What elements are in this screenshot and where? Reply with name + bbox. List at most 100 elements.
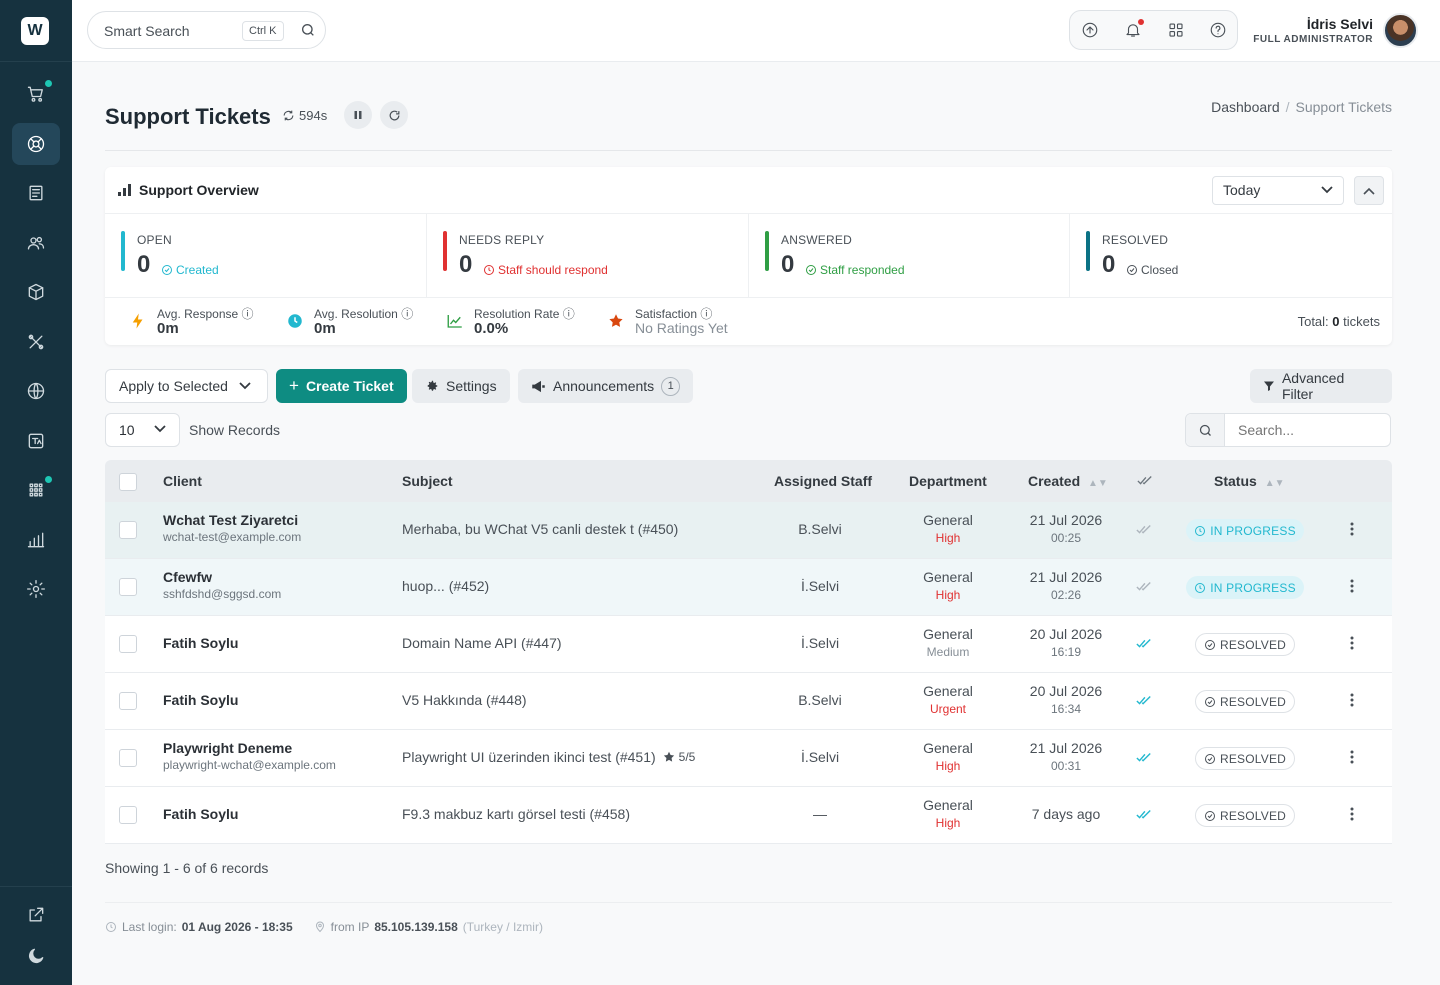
subject-cell[interactable]: Domain Name API (#447) xyxy=(402,635,562,651)
ticket-subject[interactable]: Domain Name API (#447) xyxy=(402,635,562,651)
app-logo[interactable]: W xyxy=(21,17,49,45)
sidebar-item-clients[interactable] xyxy=(12,222,60,264)
client-name[interactable]: Wchat Test Ziyaretci xyxy=(163,512,383,528)
period-select[interactable]: Today xyxy=(1212,176,1344,205)
row-checkbox[interactable] xyxy=(119,692,137,710)
sidebar-item-tools[interactable] xyxy=(12,321,60,363)
announcements-button[interactable]: Announcements 1 xyxy=(518,369,694,403)
ticket-subject[interactable]: huop... (#452) xyxy=(402,578,489,594)
ticket-subject[interactable]: V5 Hakkında (#448) xyxy=(402,692,527,708)
status-badge[interactable]: RESOLVED xyxy=(1194,747,1296,770)
subject-cell[interactable]: F9.3 makbuz kartı görsel testi (#458) xyxy=(402,806,630,822)
create-ticket-button[interactable]: + Create Ticket xyxy=(276,369,407,403)
status-badge[interactable]: RESOLVED xyxy=(1194,633,1296,656)
subject-cell[interactable]: V5 Hakkında (#448) xyxy=(402,692,527,708)
client-cell[interactable]: Wchat Test Ziyaretci wchat-test@example.c… xyxy=(163,512,383,544)
external-link-button[interactable] xyxy=(12,894,60,936)
stat-sub: Closed xyxy=(1126,263,1178,277)
subject-cell[interactable]: huop... (#452) xyxy=(402,578,489,594)
select-all-checkbox[interactable] xyxy=(119,473,137,491)
status-badge[interactable]: IN PROGRESS xyxy=(1186,576,1304,599)
info-icon[interactable]: ⓘ xyxy=(401,307,413,321)
breadcrumb-link-dashboard[interactable]: Dashboard xyxy=(1211,99,1280,115)
ticket-subject[interactable]: Merhaba, bu WChat V5 canli destek t (#45… xyxy=(402,521,678,537)
client-name[interactable]: Fatih Soylu xyxy=(163,635,383,651)
row-checkbox[interactable] xyxy=(119,806,137,824)
row-actions-menu[interactable] xyxy=(1350,807,1358,824)
column-header-created[interactable]: Created ▲▼ xyxy=(1028,473,1108,489)
row-actions-menu[interactable] xyxy=(1350,579,1358,596)
sidebar-item-orders[interactable] xyxy=(12,73,60,115)
sidebar-item-reports[interactable] xyxy=(12,519,60,561)
client-name[interactable]: Fatih Soylu xyxy=(163,806,383,822)
read-indicator xyxy=(1136,522,1154,538)
pause-button[interactable] xyxy=(344,101,372,129)
smart-search-label: Smart Search xyxy=(104,23,190,39)
info-icon[interactable]: ⓘ xyxy=(563,307,575,321)
client-name[interactable]: Playwright Deneme xyxy=(163,740,383,756)
info-icon[interactable]: ⓘ xyxy=(242,307,254,321)
status-badge[interactable]: RESOLVED xyxy=(1194,690,1296,713)
column-header-subject[interactable]: Subject xyxy=(402,473,453,489)
info-icon[interactable]: ⓘ xyxy=(700,307,712,321)
row-actions-menu[interactable] xyxy=(1350,636,1358,653)
column-header-staff[interactable]: Assigned Staff xyxy=(774,473,872,489)
dark-mode-toggle[interactable] xyxy=(12,935,60,977)
column-header-status[interactable]: Status ▲▼ xyxy=(1214,473,1284,489)
table-row[interactable]: Playwright Deneme playwright-wchat@exampl… xyxy=(105,730,1392,787)
status-badge[interactable]: IN PROGRESS xyxy=(1186,519,1304,542)
sidebar-item-settings[interactable] xyxy=(12,568,60,610)
user-name[interactable]: İdris Selvi xyxy=(1307,16,1373,32)
sidebar-item-domains[interactable] xyxy=(12,370,60,412)
subject-cell[interactable]: Merhaba, bu WChat V5 canli destek t (#45… xyxy=(402,521,678,537)
client-cell[interactable]: Fatih Soylu xyxy=(163,806,383,822)
table-row[interactable]: Fatih Soylu V5 Hakkında (#448) B.Selvi Gene… xyxy=(105,673,1392,730)
smart-search[interactable]: Smart Search Ctrl K xyxy=(87,11,326,49)
advanced-filter-button[interactable]: Advanced Filter xyxy=(1250,369,1392,403)
client-cell[interactable]: Cfewfw sshfdshd@sggsd.com xyxy=(163,569,383,601)
table-row[interactable]: Fatih Soylu F9.3 makbuz kartı görsel test… xyxy=(105,787,1392,844)
column-header-client[interactable]: Client xyxy=(163,473,202,489)
row-checkbox[interactable] xyxy=(119,521,137,539)
sidebar-item-support[interactable] xyxy=(12,123,60,165)
client-cell[interactable]: Fatih Soylu xyxy=(163,635,383,651)
row-actions-menu[interactable] xyxy=(1350,750,1358,767)
department-name: General xyxy=(923,626,973,642)
sidebar-item-invoices[interactable] xyxy=(12,172,60,214)
help-button[interactable] xyxy=(1209,21,1227,39)
search-icon[interactable] xyxy=(300,22,316,38)
subject-cell[interactable]: Playwright UI üzerinden ikinci test (#45… xyxy=(402,749,695,765)
stat-needs-reply: NEEDS REPLY 0 Staff should respond xyxy=(427,214,749,297)
client-name[interactable]: Cfewfw xyxy=(163,569,383,585)
collapse-button[interactable] xyxy=(1354,176,1384,205)
table-row[interactable]: Cfewfw sshfdshd@sggsd.com huop... (#452) İ.… xyxy=(105,559,1392,616)
ticket-subject[interactable]: Playwright UI üzerinden ikinci test (#45… xyxy=(402,749,656,765)
client-name[interactable]: Fatih Soylu xyxy=(163,692,383,708)
client-cell[interactable]: Fatih Soylu xyxy=(163,692,383,708)
table-row[interactable]: Wchat Test Ziyaretci wchat-test@example.c… xyxy=(105,502,1392,559)
status-badge[interactable]: RESOLVED xyxy=(1194,804,1296,827)
refresh-button[interactable] xyxy=(380,101,408,129)
row-checkbox[interactable] xyxy=(119,578,137,596)
sidebar-item-translations[interactable] xyxy=(12,420,60,462)
table-row[interactable]: Fatih Soylu Domain Name API (#447) İ.Selvi… xyxy=(105,616,1392,673)
sidebar-item-products[interactable] xyxy=(12,271,60,313)
apply-to-selected-dropdown[interactable]: Apply to Selected xyxy=(105,369,268,403)
row-checkbox[interactable] xyxy=(119,749,137,767)
table-search-input[interactable] xyxy=(1226,414,1389,446)
chevron-down-icon xyxy=(154,425,166,433)
upload-button[interactable] xyxy=(1081,21,1099,39)
sidebar-item-apps[interactable] xyxy=(12,469,60,511)
records-per-page-select[interactable]: 10 xyxy=(105,413,180,447)
apps-button[interactable] xyxy=(1167,21,1185,39)
search-icon[interactable] xyxy=(1186,414,1225,446)
row-actions-menu[interactable] xyxy=(1350,693,1358,710)
column-header-department[interactable]: Department xyxy=(909,473,987,489)
client-cell[interactable]: Playwright Deneme playwright-wchat@exampl… xyxy=(163,740,383,772)
avatar[interactable] xyxy=(1383,13,1418,48)
settings-button[interactable]: Settings xyxy=(412,369,510,403)
notifications-button[interactable] xyxy=(1124,19,1144,39)
ticket-subject[interactable]: F9.3 makbuz kartı görsel testi (#458) xyxy=(402,806,630,822)
row-checkbox[interactable] xyxy=(119,635,137,653)
row-actions-menu[interactable] xyxy=(1350,522,1358,539)
